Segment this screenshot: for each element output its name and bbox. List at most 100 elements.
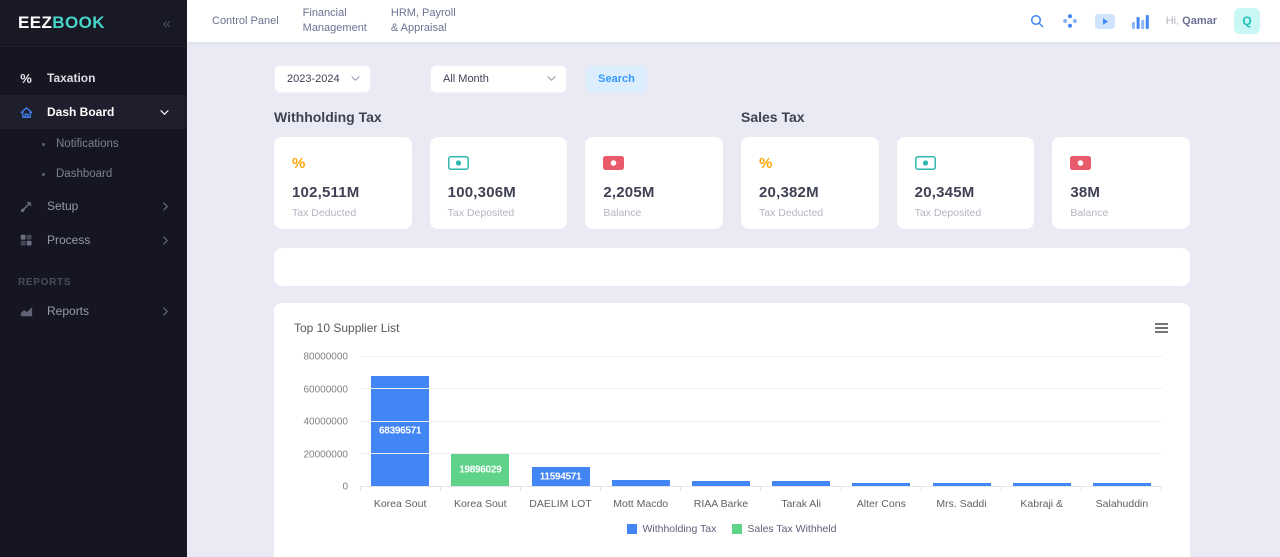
chart-x-labels: Korea SoutKorea SoutDAELIM LOTMott Macdo… <box>360 498 1162 510</box>
chart-bar[interactable] <box>692 481 750 486</box>
percent-icon: % <box>292 154 394 172</box>
home-icon <box>18 104 34 120</box>
x-axis-tick <box>922 487 1002 491</box>
stat-label: Tax Deposited <box>448 207 550 219</box>
sidebar-section-reports: REPORTS <box>0 257 187 294</box>
sidebar-module-taxation[interactable]: % Taxation <box>0 61 187 95</box>
chart-slot <box>1002 357 1082 486</box>
chart-slot: 19896029 <box>440 357 520 486</box>
search-icon[interactable] <box>1029 13 1045 29</box>
sidebar-item-process[interactable]: Process <box>0 223 187 257</box>
percent-icon: % <box>759 154 861 172</box>
chevron-right-icon <box>162 236 169 245</box>
x-axis-category-label: Tarak Ali <box>761 498 841 510</box>
nav-item-hrm-payroll[interactable]: HRM, Payroll & Appraisal <box>391 6 456 36</box>
chart-title: Top 10 Supplier List <box>294 321 399 335</box>
avatar[interactable]: Q <box>1234 8 1260 34</box>
app-logo: EEZBOOK <box>18 13 105 33</box>
chart-bar[interactable] <box>1013 483 1071 486</box>
sales-tax-group: Sales Tax % 20,382M Tax Deducted 20,345M <box>741 109 1190 229</box>
chevron-right-icon <box>162 307 169 316</box>
chart-bar[interactable] <box>612 480 670 486</box>
sidebar-item-reports[interactable]: Reports <box>0 294 187 328</box>
chart-slot <box>761 357 841 486</box>
y-axis-tick-label: 0 <box>342 482 348 493</box>
legend-swatch <box>627 524 637 534</box>
topbar: Control Panel Financial Management HRM, … <box>187 0 1280 42</box>
x-axis-tick <box>761 487 841 491</box>
chart-bar[interactable]: 19896029 <box>451 454 509 486</box>
quick-actions-dots-icon[interactable] <box>1062 13 1078 29</box>
chart-slot <box>841 357 921 486</box>
gridline <box>360 388 1162 389</box>
stat-value: 2,205M <box>603 184 705 201</box>
chart-menu-icon[interactable] <box>1153 321 1170 335</box>
sidebar-item-label: Dash Board <box>47 105 114 119</box>
withholding-tax-title: Withholding Tax <box>274 109 723 125</box>
sidebar-subitem-dashboard[interactable]: Dashboard <box>0 159 187 189</box>
stat-value: 102,511M <box>292 184 394 201</box>
chevron-down-icon <box>160 109 169 116</box>
main-area: Control Panel Financial Management HRM, … <box>187 0 1280 557</box>
stat-label: Tax Deducted <box>759 207 861 219</box>
logo-part-1: EEZ <box>18 13 52 32</box>
legend-item: Withholding Tax <box>627 523 716 535</box>
chevron-down-icon <box>351 73 360 85</box>
nav-item-financial-management[interactable]: Financial Management <box>303 6 367 36</box>
bar-value-label: 19896029 <box>451 464 509 475</box>
chart-bar[interactable] <box>933 483 991 486</box>
withholding-cards: % 102,511M Tax Deducted 100,306M Tax Dep… <box>274 137 723 229</box>
sidebar-item-label: Setup <box>47 199 78 213</box>
legend-label: Withholding Tax <box>642 523 716 535</box>
gridline <box>360 356 1162 357</box>
play-media-icon[interactable] <box>1095 14 1115 29</box>
chart-bar[interactable] <box>1093 483 1151 486</box>
sidebar-item-dashboard[interactable]: Dash Board <box>0 95 187 129</box>
withholding-tax-group: Withholding Tax % 102,511M Tax Deducted … <box>274 109 723 229</box>
x-axis-category-label: DAELIM LOT <box>520 498 600 510</box>
gridline <box>360 453 1162 454</box>
topbar-nav: Control Panel Financial Management HRM, … <box>212 6 456 36</box>
month-select[interactable]: All Month <box>430 65 567 93</box>
sidebar-collapse-icon[interactable]: « <box>163 15 171 32</box>
tax-groups: Withholding Tax % 102,511M Tax Deducted … <box>274 109 1190 229</box>
banknote-red-icon <box>603 154 705 172</box>
brand-bar: EEZBOOK « <box>0 0 187 47</box>
legend-item: Sales Tax Withheld <box>732 523 836 535</box>
x-axis-tick <box>1002 487 1082 491</box>
x-axis-category-label: RIAA Barke <box>681 498 761 510</box>
tools-icon <box>18 198 34 214</box>
sidebar-subitem-notifications[interactable]: Notifications <box>0 129 187 159</box>
stat-value: 20,345M <box>915 184 1017 201</box>
nav-item-control-panel[interactable]: Control Panel <box>212 14 279 29</box>
year-select[interactable]: 2023-2024 <box>274 65 371 93</box>
x-axis-tick <box>601 487 681 491</box>
chart-bar[interactable] <box>772 481 830 486</box>
squares-grid-icon <box>18 232 34 248</box>
month-select-value: All Month <box>443 73 489 85</box>
username: Qamar <box>1182 15 1217 27</box>
chart-bar[interactable] <box>852 483 910 486</box>
chart-bar[interactable]: 11594571 <box>532 467 590 486</box>
banknote-teal-icon <box>448 154 550 172</box>
stat-card-tax-deducted: % 20,382M Tax Deducted <box>741 137 879 229</box>
user-greeting[interactable]: Hi,Qamar <box>1166 15 1217 27</box>
sidebar-item-setup[interactable]: Setup <box>0 189 187 223</box>
gridline <box>360 421 1162 422</box>
chart-bar[interactable]: 68396571 <box>371 376 429 486</box>
chart-slot: 68396571 <box>360 357 440 486</box>
stat-value: 38M <box>1070 184 1172 201</box>
stats-bars-icon[interactable] <box>1132 14 1149 29</box>
x-axis-category-label: Mrs. Saddi <box>921 498 1001 510</box>
chart-plot-area: 68396571 19896029 11594571 <box>360 357 1162 487</box>
chart-plot: 020000000400000006000000080000000 683965… <box>294 357 1162 487</box>
x-axis-category-label: Korea Sout <box>440 498 520 510</box>
logo-part-2: BOOK <box>52 13 105 32</box>
stat-label: Balance <box>603 207 705 219</box>
stat-card-tax-deposited: 20,345M Tax Deposited <box>897 137 1035 229</box>
legend-swatch <box>732 524 742 534</box>
stat-label: Balance <box>1070 207 1172 219</box>
search-button[interactable]: Search <box>586 66 647 93</box>
percent-icon: % <box>18 70 34 86</box>
x-axis-tick <box>441 487 521 491</box>
